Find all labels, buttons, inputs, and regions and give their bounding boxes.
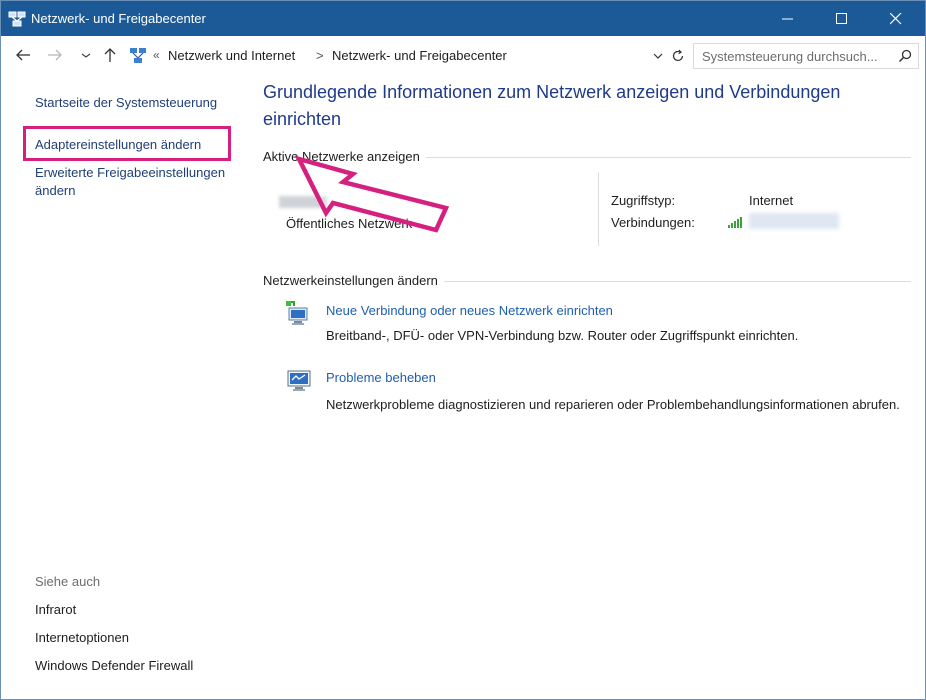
connections-label: Verbindungen: <box>611 215 695 230</box>
access-type-value: Internet <box>749 193 794 208</box>
forward-arrow-icon[interactable] <box>46 46 64 64</box>
control-panel-window: Netzwerk- und Freigabecenter « Netzwerk … <box>0 0 926 700</box>
new-connection-link[interactable]: Neue Verbindung oder neues Netzwerk einr… <box>326 303 613 318</box>
connection-name-redacted[interactable] <box>749 213 839 229</box>
troubleshoot-link[interactable]: Probleme beheben <box>326 370 436 385</box>
address-dropdown-chevron-icon[interactable] <box>651 49 665 63</box>
breadcrumb-overflow-chevron[interactable]: « <box>153 48 160 62</box>
active-networks-heading: Aktive Netzwerke anzeigen <box>263 149 426 164</box>
close-button[interactable] <box>873 1 919 36</box>
network-center-icon <box>8 11 26 27</box>
breadcrumb-network-internet[interactable]: Netzwerk und Internet <box>168 48 295 63</box>
sidebar-link-control-panel-home[interactable]: Startseite der Systemsteuerung <box>35 95 217 110</box>
new-connection-icon <box>286 301 308 325</box>
back-arrow-icon[interactable] <box>15 46 33 64</box>
see-also-link-internet-options[interactable]: Internetoptionen <box>35 630 129 645</box>
maximize-button[interactable] <box>819 1 865 36</box>
network-settings-heading: Netzwerkeinstellungen ändern <box>263 273 444 288</box>
address-bar[interactable]: « Netzwerk und Internet > Netzwerk- und … <box>125 43 693 69</box>
troubleshoot-description: Netzwerkprobleme diagnostizieren und rep… <box>326 397 900 412</box>
page-title: Grundlegende Informationen zum Netzwerk … <box>263 82 841 129</box>
close-icon <box>890 13 902 25</box>
minimize-button[interactable] <box>765 1 811 36</box>
tasks-sidebar: Startseite der Systemsteuerung Adapterei… <box>1 74 249 699</box>
window-title: Netzwerk- und Freigabecenter <box>31 11 206 26</box>
sidebar-link-advanced-sharing[interactable]: Erweiterte Freigabeeinstellungen ändern <box>35 164 235 200</box>
sidebar-link-adapter-settings[interactable]: Adaptereinstellungen ändern <box>35 137 201 152</box>
up-arrow-icon[interactable] <box>101 46 119 64</box>
wifi-signal-icon <box>728 217 742 228</box>
refresh-icon[interactable] <box>670 48 686 64</box>
search-input[interactable] <box>702 47 887 65</box>
search-icon[interactable] <box>897 48 913 64</box>
maximize-icon <box>836 13 847 24</box>
search-box[interactable] <box>693 43 919 69</box>
network-type-link[interactable]: Öffentliches Netzwerk <box>286 216 412 231</box>
see-also-link-defender-firewall[interactable]: Windows Defender Firewall <box>35 658 193 673</box>
access-type-label: Zugriffstyp: <box>611 193 676 208</box>
navigation-bar: « Netzwerk und Internet > Netzwerk- und … <box>1 36 925 74</box>
breadcrumb-separator[interactable]: > <box>316 48 324 63</box>
recent-pages-chevron-icon[interactable] <box>77 46 95 64</box>
see-also-heading: Siehe auch <box>35 574 101 589</box>
main-content: Grundlegende Informationen zum Netzwerk … <box>249 74 925 699</box>
minimize-icon <box>782 18 793 20</box>
breadcrumb-network-sharing-center[interactable]: Netzwerk- und Freigabecenter <box>332 48 507 63</box>
new-connection-description: Breitband-, DFÜ- oder VPN-Verbindung bzw… <box>326 328 799 343</box>
vertical-divider <box>598 172 599 246</box>
troubleshoot-icon <box>287 370 311 391</box>
see-also-link-infrared[interactable]: Infrarot <box>35 602 76 617</box>
network-location-icon <box>130 48 146 63</box>
title-bar[interactable]: Netzwerk- und Freigabecenter <box>1 1 925 36</box>
network-name-redacted <box>279 196 327 208</box>
